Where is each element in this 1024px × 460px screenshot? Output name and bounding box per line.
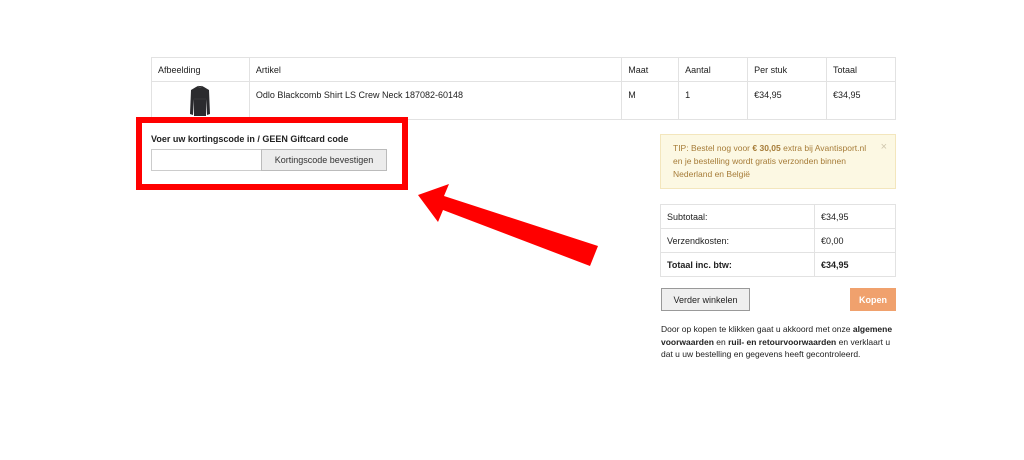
shipping-value: €0,00 (814, 228, 896, 253)
product-unit-price: €34,95 (747, 81, 827, 120)
header-article: Artikel (248, 57, 623, 82)
apply-discount-button[interactable]: Kortingscode bevestigen (261, 149, 387, 171)
grand-total-value: €34,95 (814, 252, 896, 277)
discount-code-input[interactable] (151, 149, 262, 171)
product-name[interactable]: Odlo Blackcomb Shirt LS Crew Neck 187082… (248, 81, 623, 120)
product-size: M (621, 81, 680, 120)
header-quantity: Aantal (678, 57, 749, 82)
close-icon[interactable]: × (881, 141, 887, 154)
grand-total-label: Totaal inc. btw: (660, 252, 815, 277)
totals-row-grand-total: Totaal inc. btw: €34,95 (660, 252, 896, 277)
terms-notice: Door op kopen te klikken gaat u akkoord … (661, 323, 901, 361)
buy-button[interactable]: Kopen (850, 288, 896, 311)
order-totals: Subtotaal: €34,95 Verzendkosten: €0,00 T… (660, 204, 896, 277)
tip-text-prefix: TIP: Bestel nog voor (673, 143, 753, 153)
header-total: Totaal (826, 57, 896, 82)
discount-label: Voer uw kortingscode in / GEEN Giftcard … (151, 134, 349, 144)
totals-row-shipping: Verzendkosten: €0,00 (660, 228, 896, 253)
header-unit-price: Per stuk (747, 57, 827, 82)
subtotal-value: €34,95 (814, 204, 896, 229)
subtotal-label: Subtotaal: (660, 204, 815, 229)
product-total: €34,95 (826, 81, 896, 120)
tip-amount: € 30,05 (752, 143, 781, 153)
cart-header-row: Afbeelding Artikel Maat Aantal Per stuk … (151, 57, 896, 82)
totals-row-subtotal: Subtotaal: €34,95 (660, 204, 896, 229)
product-quantity: 1 (678, 81, 749, 120)
terms-text-2: en (713, 336, 729, 347)
shirt-icon[interactable] (188, 85, 212, 117)
table-row: Odlo Blackcomb Shirt LS Crew Neck 187082… (151, 81, 896, 120)
return-terms-link[interactable]: ruil- en retourvoorwaarden (728, 337, 836, 347)
continue-shopping-button[interactable]: Verder winkelen (661, 288, 750, 311)
header-image: Afbeelding (151, 57, 250, 82)
cart-table: Afbeelding Artikel Maat Aantal Per stuk … (151, 57, 896, 120)
free-shipping-tip: TIP: Bestel nog voor € 30,05 extra bij A… (660, 134, 896, 189)
header-size: Maat (621, 57, 680, 82)
arrow-shape (418, 184, 598, 266)
terms-text-1: Door op kopen te klikken gaat u akkoord … (661, 324, 853, 334)
shipping-label: Verzendkosten: (660, 228, 815, 253)
product-image-cell (151, 81, 250, 120)
